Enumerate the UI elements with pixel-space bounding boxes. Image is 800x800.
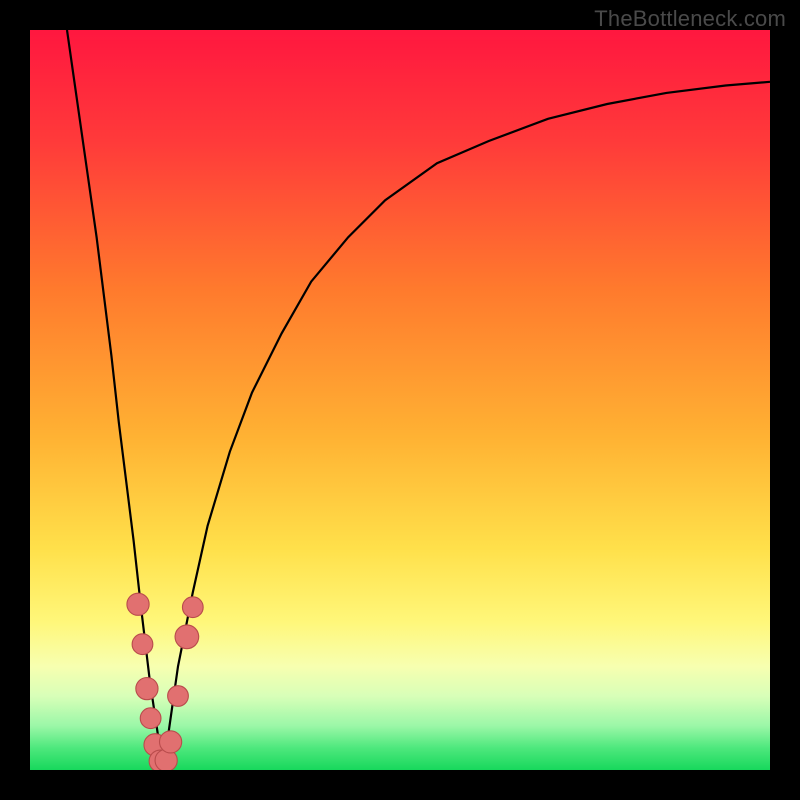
- marker-10: [182, 597, 203, 618]
- marker-8: [168, 686, 189, 707]
- curves-layer: [30, 30, 770, 770]
- marker-3: [140, 708, 161, 729]
- curve-series: [67, 30, 770, 770]
- marker-2: [136, 678, 158, 700]
- curve-right-branch: [163, 82, 770, 770]
- watermark-text: TheBottleneck.com: [594, 6, 786, 32]
- marker-1: [132, 634, 153, 655]
- plot-area: [30, 30, 770, 770]
- data-markers: [127, 593, 203, 770]
- curve-left-branch: [67, 30, 163, 770]
- marker-7: [160, 731, 182, 753]
- marker-9: [175, 625, 199, 649]
- chart-frame: TheBottleneck.com: [0, 0, 800, 800]
- marker-0: [127, 593, 149, 615]
